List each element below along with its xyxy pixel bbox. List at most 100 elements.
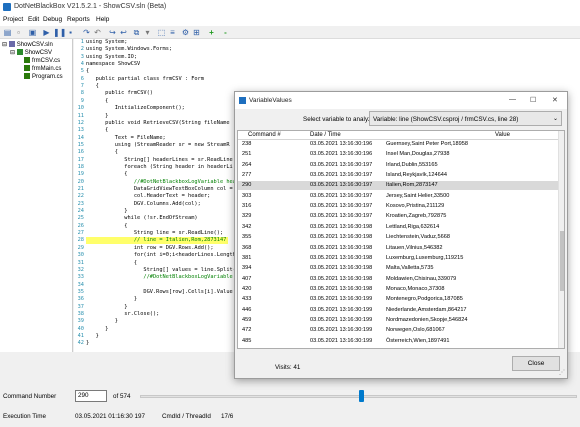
grid-cell-cmd[interactable]: 303 — [242, 193, 251, 199]
values-grid[interactable]: Command # Date / Time Value 238 03.05.202… — [237, 130, 565, 349]
grid-cell-time[interactable]: 03.05.2021 13:16:30:197 — [310, 162, 372, 168]
grid-cell-time[interactable]: 03.05.2021 13:16:30:199 — [310, 338, 372, 344]
tree-item-file[interactable]: frmCSV.cs — [24, 57, 60, 65]
grid-cell-cmd[interactable]: 407 — [242, 276, 251, 282]
grid-cell-time[interactable]: 03.05.2021 13:16:30:198 — [310, 234, 372, 240]
grid-cell-value[interactable]: Irland,Dublin,553165 — [386, 162, 438, 168]
grid-cell-cmd[interactable]: 264 — [242, 162, 251, 168]
grid-cell-value[interactable]: Kroatien,Zagreb,792875 — [386, 213, 446, 219]
grid-cell-cmd[interactable]: 368 — [242, 245, 251, 251]
grid-cell-cmd[interactable]: 355 — [242, 234, 251, 240]
grid-cell-time[interactable]: 03.05.2021 13:16:30:198 — [310, 276, 372, 282]
grid-cell-time[interactable]: 03.05.2021 13:16:30:197 — [310, 213, 372, 219]
grid-cell-cmd[interactable]: 329 — [242, 213, 251, 219]
grid-cell-time[interactable]: 03.05.2021 13:16:30:198 — [310, 224, 372, 230]
step-into-icon[interactable]: ↪ — [108, 28, 117, 37]
minimize-icon[interactable]: — — [509, 96, 516, 103]
dropdown-icon[interactable]: ▾ — [143, 28, 152, 37]
grid-cell-value[interactable]: Montenegro,Podgorica,187085 — [386, 296, 463, 302]
collapse-icon[interactable]: ⊟ — [10, 50, 15, 56]
tree-item-file[interactable]: Program.cs — [24, 73, 63, 81]
grid-cell-value[interactable]: Kosovo,Pristina,211129 — [386, 203, 444, 209]
grid-cell-time[interactable]: 03.05.2021 13:16:30:196 — [310, 141, 372, 147]
close-button[interactable]: Close — [512, 356, 560, 371]
column-header-datetime[interactable]: Date / Time — [310, 132, 341, 138]
grid-cell-time[interactable]: 03.05.2021 13:16:30:199 — [310, 317, 372, 323]
open-icon[interactable]: ▤ — [3, 28, 12, 37]
grid-cell-cmd[interactable]: 433 — [242, 296, 251, 302]
tree-item-project[interactable]: ⊟ ShowCSV — [10, 49, 52, 57]
grid-cell-cmd[interactable]: 381 — [242, 255, 251, 261]
grid-cell-value[interactable]: Monaco,Monaco,37308 — [386, 286, 444, 292]
step-out-icon[interactable]: ↩ — [119, 28, 128, 37]
grid-cell-cmd[interactable]: 394 — [242, 265, 251, 271]
grid-cell-cmd[interactable]: 446 — [242, 307, 251, 313]
grid-cell-time[interactable]: 03.05.2021 13:16:30:196 — [310, 151, 372, 157]
variable-select[interactable]: Variable: line (ShowCSV.csproj / frmCSV.… — [369, 111, 562, 126]
grid-cell-value[interactable]: Österreich,Wien,1897491 — [386, 338, 449, 344]
column-header-value[interactable]: Value — [495, 132, 510, 138]
grid-cell-cmd[interactable]: 420 — [242, 286, 251, 292]
grid-cell-value[interactable]: Litauen,Vilnius,546382 — [386, 245, 443, 251]
grid-cell-cmd[interactable]: 342 — [242, 224, 251, 230]
grid-cell-value[interactable]: Insel Man,Douglas,27938 — [386, 151, 449, 157]
tree-item-solution[interactable]: ⊟ ShowCSV.sln — [2, 41, 53, 49]
start-icon[interactable]: ▶ — [42, 28, 51, 37]
grid-cell-value[interactable]: Lettland,Riga,632614 — [386, 224, 439, 230]
grid-scrollbar[interactable] — [558, 131, 564, 348]
grid-cell-value[interactable]: Liechtenstein,Vaduz,5668 — [386, 234, 450, 240]
grid-cell-time[interactable]: 03.05.2021 13:16:30:199 — [310, 327, 372, 333]
command-slider-thumb[interactable] — [358, 390, 364, 402]
grid-cell-value[interactable]: Nordmazedonien,Skopje,546824 — [386, 317, 467, 323]
tree-item-file[interactable]: frmMain.cs — [24, 65, 61, 73]
grid-cell-time[interactable]: 03.05.2021 13:16:30:199 — [310, 307, 372, 313]
grid-cell-value[interactable]: Luxemburg,Luxemburg,119215 — [386, 255, 463, 261]
grid-cell-cmd[interactable]: 238 — [242, 141, 251, 147]
grid-cell-cmd[interactable]: 251 — [242, 151, 251, 157]
menu-help[interactable]: Help — [96, 16, 109, 23]
command-number-input[interactable]: 290 — [75, 390, 107, 402]
grid-cell-value[interactable]: Malta,Valletta,5735 — [386, 265, 433, 271]
tools-icon[interactable]: ⚙ — [181, 28, 190, 37]
copy-icon[interactable]: ⧉ — [132, 28, 141, 37]
remove-icon[interactable]: - — [221, 28, 230, 37]
grid-cell-time[interactable]: 03.05.2021 13:16:30:198 — [310, 245, 372, 251]
grid-cell-cmd[interactable]: 472 — [242, 327, 251, 333]
collapse-icon[interactable]: ⊟ — [2, 42, 7, 48]
pause-icon[interactable]: ❚❚ — [53, 28, 66, 37]
grid-cell-time[interactable]: 03.05.2021 13:16:30:198 — [310, 265, 372, 271]
grid-cell-time[interactable]: 03.05.2021 13:16:30:197 — [310, 172, 372, 178]
column-header-command[interactable]: Command # — [248, 132, 281, 138]
variables-icon[interactable]: ⊞ — [192, 28, 201, 37]
grid-cell-cmd[interactable]: 316 — [242, 203, 251, 209]
grid-scrollbar-thumb[interactable] — [560, 231, 564, 291]
grid-cell-cmd[interactable]: 459 — [242, 317, 251, 323]
grid-cell-cmd[interactable]: 485 — [242, 338, 251, 344]
maximize-icon[interactable]: ☐ — [530, 96, 536, 104]
grid-cell-value[interactable]: Italien,Rom,2873147 — [386, 182, 438, 188]
step-over-icon[interactable]: ↷ — [82, 28, 91, 37]
add-icon[interactable]: + — [207, 28, 216, 37]
list-icon[interactable]: ≡ — [168, 28, 177, 37]
grid-cell-value[interactable]: Niederlande,Amsterdam,864217 — [386, 307, 467, 313]
breakpoints-icon[interactable]: ⬚ — [157, 28, 166, 37]
menu-reports[interactable]: Reports — [67, 16, 90, 23]
grid-cell-time[interactable]: 03.05.2021 13:16:30:198 — [310, 255, 372, 261]
grid-cell-value[interactable]: Guernsey,Saint Peter Port,18958 — [386, 141, 468, 147]
grid-cell-value[interactable]: Island,Reykjavík,124644 — [386, 172, 447, 178]
grid-cell-cmd[interactable]: 290 — [242, 182, 251, 188]
menu-project[interactable]: Project — [3, 16, 23, 23]
stop-icon[interactable]: ▪ — [66, 28, 75, 37]
save-icon[interactable]: ▣ — [28, 28, 37, 37]
grid-cell-time[interactable]: 03.05.2021 13:16:30:197 — [310, 203, 372, 209]
new-icon[interactable]: ▫ — [14, 28, 23, 37]
close-icon[interactable]: ✕ — [552, 96, 558, 104]
resize-grip-icon[interactable]: ⋰ — [559, 369, 565, 376]
grid-cell-value[interactable]: Jersey,Saint Helier,33500 — [386, 193, 449, 199]
grid-cell-time[interactable]: 03.05.2021 13:16:30:199 — [310, 296, 372, 302]
grid-cell-time[interactable]: 03.05.2021 13:16:30:198 — [310, 286, 372, 292]
grid-cell-value[interactable]: Moldawien,Chisinau,339079 — [386, 276, 456, 282]
menu-edit[interactable]: Edit — [28, 16, 39, 23]
grid-cell-cmd[interactable]: 277 — [242, 172, 251, 178]
grid-cell-time[interactable]: 03.05.2021 13:16:30:197 — [310, 193, 372, 199]
